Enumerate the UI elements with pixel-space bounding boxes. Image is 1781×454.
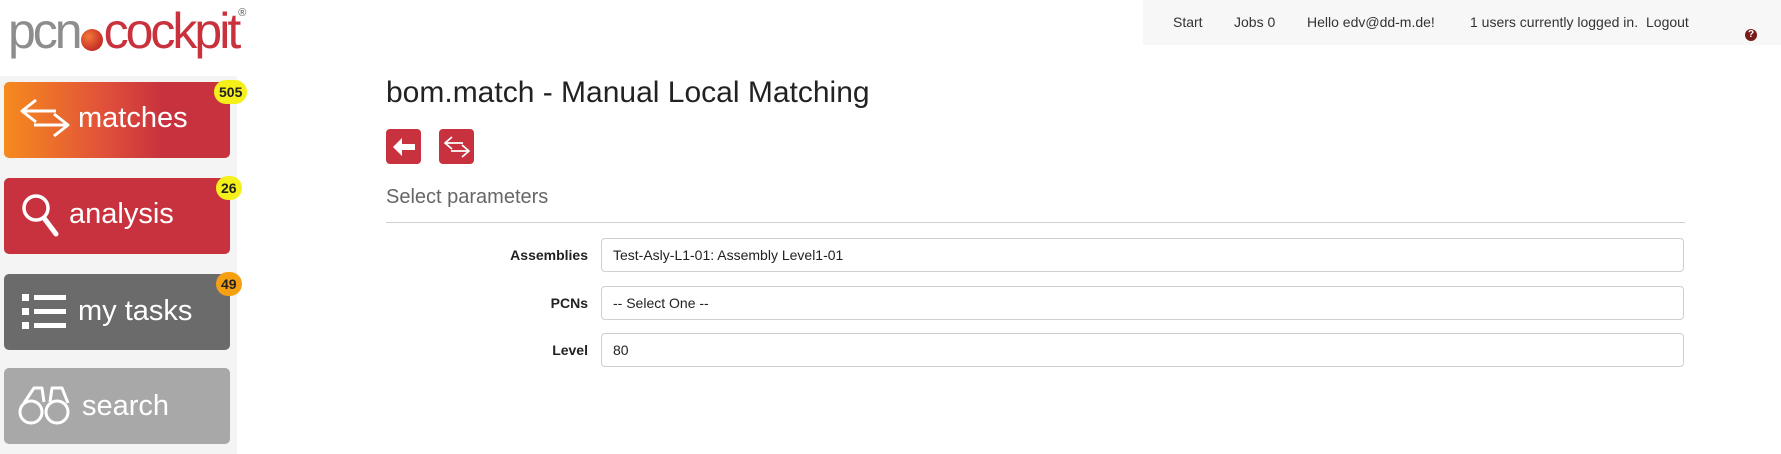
level-label: Level xyxy=(552,342,588,358)
nav-jobs-link[interactable]: Jobs 0 xyxy=(1234,14,1275,30)
analysis-count-badge: 26 xyxy=(216,176,242,200)
nav-logout-link[interactable]: Logout xyxy=(1646,14,1689,30)
assemblies-value: Test-Asly-L1-01: Assembly Level1-01 xyxy=(613,247,844,263)
nav-users-logged-in[interactable]: 1 users currently logged in. xyxy=(1470,14,1638,30)
pcn-cockpit-logo[interactable]: pcn cockpit ® xyxy=(8,6,246,56)
arrows-exchange-icon xyxy=(20,98,70,138)
arrows-exchange-icon xyxy=(443,135,470,158)
logo-registered-mark: ® xyxy=(238,7,247,19)
nav-start-link[interactable]: Start xyxy=(1173,14,1203,30)
nav-hello-user[interactable]: Hello edv@dd-m.de! xyxy=(1307,14,1435,30)
binoculars-icon xyxy=(18,386,70,425)
level-input[interactable]: 80 xyxy=(601,333,1684,367)
tasks-count-badge: 49 xyxy=(216,272,242,296)
section-divider xyxy=(386,222,1685,223)
match-button[interactable] xyxy=(439,129,474,164)
pcns-select[interactable]: -- Select One -- xyxy=(601,286,1684,320)
sidebar-tile-label: my tasks xyxy=(78,295,193,327)
back-arrow-icon xyxy=(392,137,415,156)
sidebar-tile-search[interactable]: search xyxy=(4,368,230,444)
magnifier-icon xyxy=(22,194,59,237)
page-title: bom.match - Manual Local Matching xyxy=(386,76,870,109)
logo-ball-icon xyxy=(80,29,103,51)
logo-cockpit-text: cockpit xyxy=(103,3,242,59)
assemblies-select[interactable]: Test-Asly-L1-01: Assembly Level1-01 xyxy=(601,238,1684,272)
matches-count-badge: 505 xyxy=(214,80,248,104)
top-navigation: Start Jobs 0 Hello edv@dd-m.de! 1 users … xyxy=(1143,0,1781,45)
sidebar: matches 505 analysis 26 my tasks 49 sear… xyxy=(0,76,248,454)
list-icon xyxy=(22,294,66,329)
sidebar-tile-label: analysis xyxy=(69,198,174,230)
logo-pcn-text: pcn xyxy=(8,3,83,59)
level-value: 80 xyxy=(613,342,629,358)
back-button[interactable] xyxy=(386,129,421,164)
assemblies-label: Assemblies xyxy=(510,247,588,263)
sidebar-tile-label: matches xyxy=(78,102,188,134)
sidebar-tile-label: search xyxy=(82,390,170,422)
pcns-label: PCNs xyxy=(550,295,588,311)
pcns-value: -- Select One -- xyxy=(613,295,709,311)
sidebar-tile-analysis[interactable]: analysis xyxy=(4,178,230,254)
sidebar-tile-matches[interactable]: matches xyxy=(4,82,230,158)
section-title: Select parameters xyxy=(386,186,549,208)
sidebar-tile-my-tasks[interactable]: my tasks xyxy=(4,274,230,350)
